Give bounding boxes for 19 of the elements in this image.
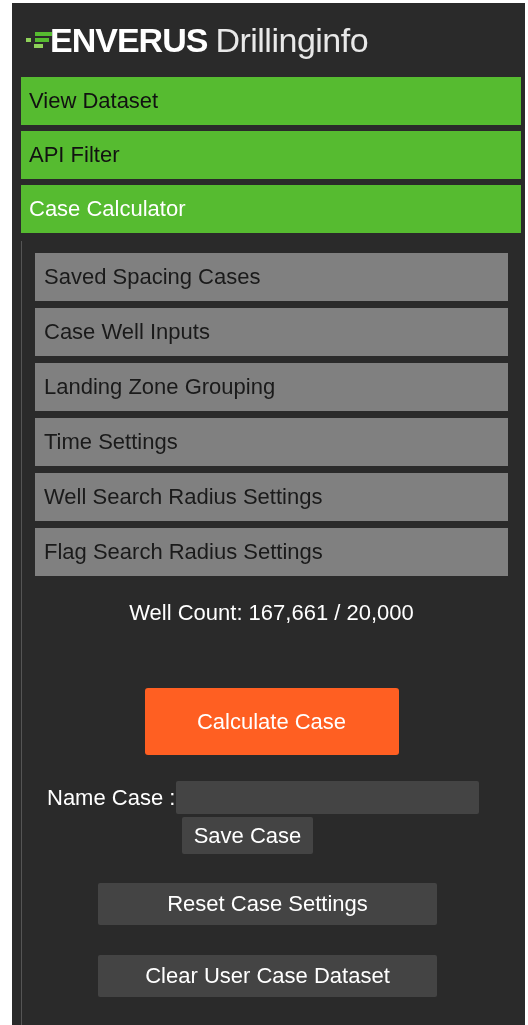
save-button[interactable]: Save Case xyxy=(181,817,314,854)
settings-item[interactable]: Case Well Inputs xyxy=(35,308,508,356)
logo-product: Drillinginfo xyxy=(215,20,369,60)
settings-item[interactable]: Saved Spacing Cases xyxy=(35,253,508,301)
reset-button[interactable]: Reset Case Settings xyxy=(98,883,437,925)
settings-item[interactable]: Landing Zone Grouping xyxy=(35,363,508,411)
name-label: Name Case : xyxy=(47,784,176,811)
calculate-button[interactable]: Calculate Case xyxy=(144,688,399,755)
settings-item[interactable]: Time Settings xyxy=(35,418,508,466)
clear-button[interactable]: Clear User Case Dataset xyxy=(98,955,437,997)
accordion-header[interactable]: View Dataset xyxy=(21,77,521,125)
accordion-header[interactable]: API Filter xyxy=(21,131,521,179)
settings-item[interactable]: Well Search Radius Settings xyxy=(35,473,508,521)
well-count: Well Count: 167,661 / 20,000 xyxy=(129,600,414,626)
logo-brand: ENVERUS xyxy=(50,20,208,60)
name-input[interactable] xyxy=(176,781,480,814)
settings-item[interactable]: Flag Search Radius Settings xyxy=(35,528,508,576)
dashes-icon xyxy=(26,31,52,49)
accordion-header[interactable]: Case Calculator xyxy=(21,185,521,233)
